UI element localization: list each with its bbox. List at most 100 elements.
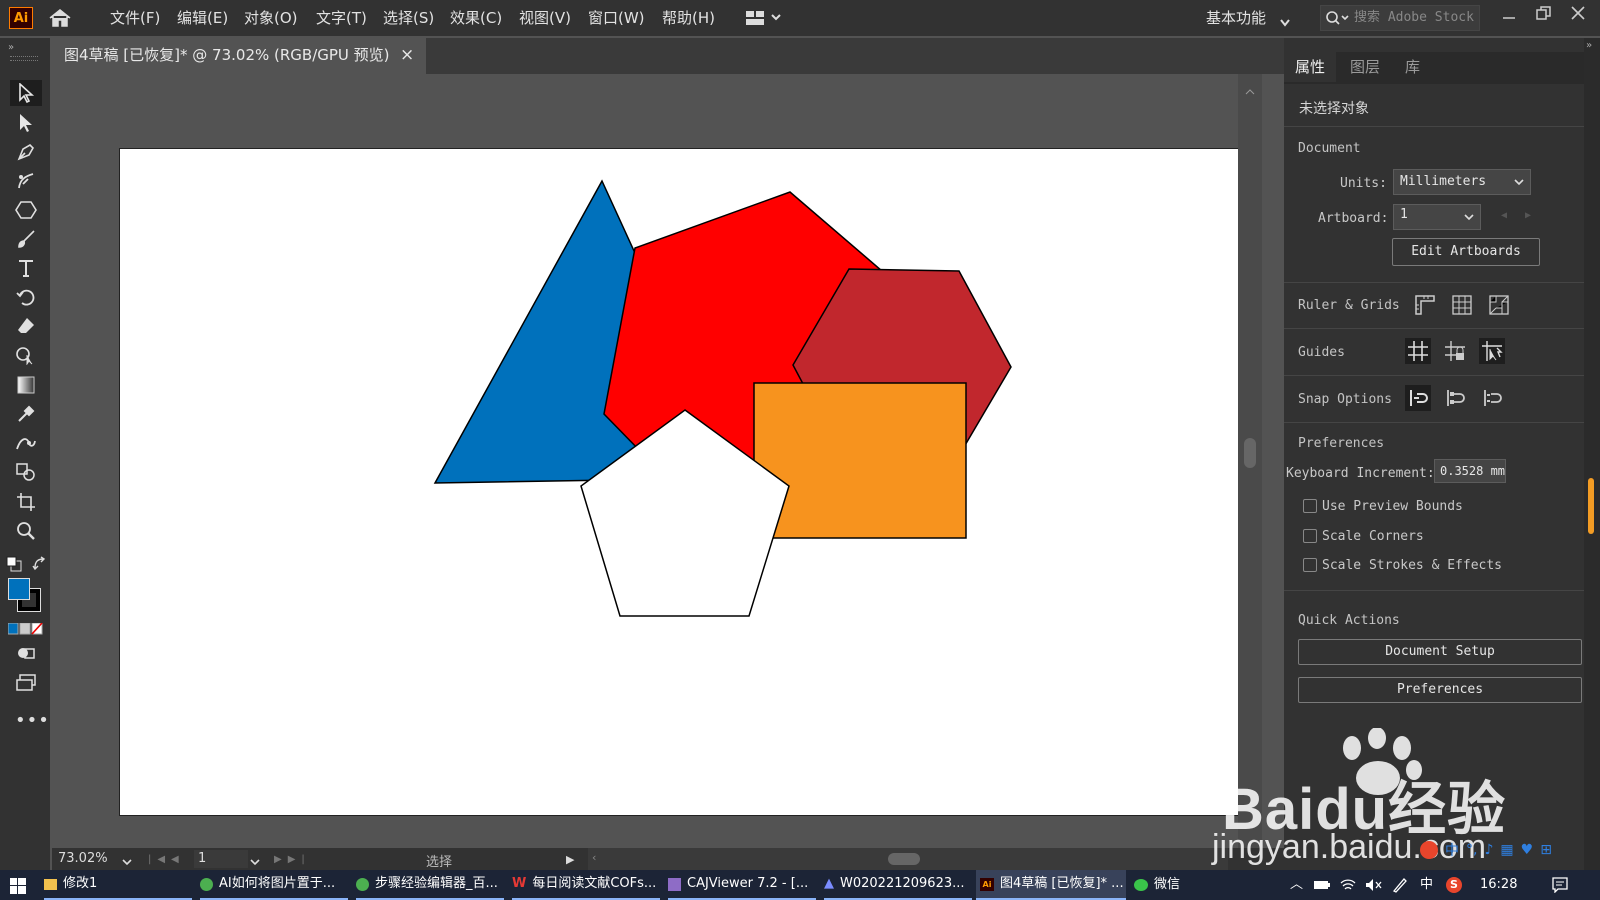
chinese-mode-icon[interactable]: 中 [1445, 840, 1459, 860]
rotate-tool-icon[interactable] [10, 284, 42, 310]
windows-start-icon[interactable] [10, 878, 26, 898]
grid-icon[interactable] [1449, 292, 1475, 318]
smart-guides-icon[interactable] [1479, 338, 1505, 364]
collapse-toolbar-icon[interactable]: » [8, 42, 14, 53]
sogou-ime-icon[interactable]: S [1446, 877, 1462, 893]
taskbar-item-folder[interactable]: 修改1 [44, 870, 192, 900]
wifi-icon[interactable] [1340, 878, 1356, 896]
artboard-number-field[interactable]: 1 [194, 850, 248, 868]
panel-scroll-thumb[interactable] [1588, 478, 1594, 534]
minimize-icon[interactable] [1502, 10, 1516, 28]
document-setup-button[interactable]: Document Setup [1298, 639, 1582, 665]
taskbar-item-image[interactable]: ▲ W020221209623... [824, 870, 972, 900]
menu-file[interactable]: 文件(F) [110, 7, 160, 29]
shape-builder-tool-icon[interactable] [10, 342, 42, 368]
previous-artboard-icon[interactable]: ◀ [1501, 210, 1507, 221]
taskbar-item-browser-2[interactable]: 步骤经验编辑器_百... [356, 870, 504, 900]
panel-scrollbar[interactable] [1584, 38, 1600, 870]
color-mode-icons[interactable] [7, 620, 44, 639]
arrange-documents-icon[interactable] [746, 10, 784, 30]
toolbox-icon[interactable]: ⊞ [1540, 842, 1552, 858]
eraser-tool-icon[interactable] [10, 313, 42, 339]
puppet-warp-tool-icon[interactable] [10, 430, 42, 456]
pen-tool-icon[interactable] [10, 139, 42, 165]
snap-to-glyph-icon[interactable] [1479, 385, 1505, 411]
workspace-switcher[interactable]: 基本功能 [1206, 7, 1266, 29]
horizontal-scrollbar[interactable]: ‹ [588, 848, 1228, 870]
menu-window[interactable]: 窗口(W) [588, 7, 645, 29]
ime-indicator[interactable]: 中 [1420, 870, 1433, 900]
curvature-tool-icon[interactable] [10, 168, 42, 194]
draw-mode-icon[interactable] [10, 640, 42, 666]
more-tools-icon[interactable]: ••• [15, 710, 50, 731]
skin-icon[interactable]: ♥ [1521, 842, 1534, 858]
snap-to-pixel-icon[interactable] [1442, 385, 1468, 411]
menu-view[interactable]: 视图(V) [519, 7, 571, 29]
edit-artboards-button[interactable]: Edit Artboards [1392, 238, 1540, 266]
canvas-area[interactable] [52, 74, 1262, 848]
scroll-up-icon[interactable] [1245, 80, 1255, 99]
blend-tool-icon[interactable] [10, 459, 42, 485]
battery-icon[interactable] [1313, 879, 1331, 895]
screen-mode-icon[interactable] [10, 670, 42, 696]
orange-rectangle[interactable] [753, 382, 967, 539]
taskbar-item-wechat[interactable]: 微信 [1134, 870, 1204, 900]
next-last-artboard-icon[interactable]: ▶▶| [274, 854, 311, 865]
selection-tool-icon[interactable] [10, 80, 42, 106]
zoom-dropdown-icon[interactable] [122, 855, 132, 870]
tab-properties[interactable]: 属性 [1284, 52, 1336, 82]
scale-corners-checkbox[interactable] [1303, 529, 1317, 543]
vertical-scroll-thumb[interactable] [1244, 438, 1256, 468]
taskbar-item-browser-1[interactable]: AI如何将图片置于... [200, 870, 348, 900]
taskbar-item-illustrator[interactable]: Ai 图4草稿 [已恢复]* ... [976, 870, 1126, 900]
zoom-tool-icon[interactable] [10, 518, 42, 544]
menu-object[interactable]: 对象(O) [244, 7, 298, 29]
menu-select[interactable]: 选择(S) [383, 7, 434, 29]
tray-overflow-icon[interactable]: ︿ [1290, 870, 1303, 900]
punctuation-icon[interactable]: °, [1466, 842, 1477, 858]
system-clock[interactable]: 16:28 [1480, 870, 1517, 900]
collapse-panel-icon[interactable]: » [1586, 40, 1592, 51]
artboard-select[interactable]: 1 [1393, 204, 1481, 230]
tab-libraries[interactable]: 库 [1405, 52, 1420, 82]
transparency-grid-icon[interactable] [1486, 292, 1512, 318]
home-icon[interactable] [48, 8, 72, 32]
toolbar-grip[interactable] [10, 56, 38, 61]
preferences-button[interactable]: Preferences [1298, 677, 1582, 703]
taskbar-item-cajviewer[interactable]: CAJViewer 7.2 - [... [668, 870, 816, 900]
show-guides-icon[interactable] [1405, 338, 1431, 364]
units-select[interactable]: Millimeters [1393, 169, 1531, 195]
gradient-tool-icon[interactable] [10, 372, 42, 398]
sogou-icon[interactable] [1420, 841, 1438, 859]
paintbrush-tool-icon[interactable] [10, 226, 42, 252]
snap-to-point-icon[interactable] [1405, 385, 1431, 411]
menu-type[interactable]: 文字(T) [316, 7, 367, 29]
taskbar-item-reader[interactable]: W 每日阅读文献COFs... [512, 870, 660, 900]
artboard-dropdown-icon[interactable] [250, 855, 260, 870]
scroll-left-icon[interactable]: ‹ [592, 851, 596, 864]
eyedropper-tool-icon[interactable] [10, 401, 42, 427]
ime-floating-toolbar[interactable]: 中 °, ♪ ▦ ♥ ⊞ [1420, 838, 1552, 862]
pen-input-icon[interactable] [1392, 877, 1408, 897]
keyboard-icon[interactable]: ▦ [1500, 842, 1513, 858]
next-artboard-icon[interactable]: ▶ [1525, 210, 1531, 221]
direct-selection-tool-icon[interactable] [10, 110, 42, 136]
keyboard-increment-input[interactable]: 0.3528 mm [1434, 459, 1506, 483]
zoom-level[interactable]: 73.02% [58, 851, 108, 866]
use-preview-bounds-checkbox[interactable] [1303, 499, 1317, 513]
type-tool-icon[interactable] [10, 255, 42, 281]
default-fill-stroke-icon[interactable] [6, 556, 22, 576]
stock-search-input[interactable]: 搜索 Adobe Stock [1320, 5, 1480, 31]
document-tab[interactable]: 图4草稿 [已恢复]* @ 73.02% (RGB/GPU 预览) × [52, 38, 426, 74]
horizontal-scroll-thumb[interactable] [888, 853, 920, 865]
swap-fill-stroke-icon[interactable] [32, 556, 48, 576]
volume-muted-icon[interactable] [1365, 878, 1383, 896]
status-menu-icon[interactable]: ▶ [566, 853, 574, 866]
first-prev-artboard-icon[interactable]: |◀◀ [148, 854, 185, 865]
rulers-icon[interactable] [1412, 292, 1438, 318]
vertical-scrollbar[interactable] [1238, 74, 1262, 848]
notification-center-icon[interactable] [1552, 877, 1568, 897]
scale-strokes-checkbox[interactable] [1303, 558, 1317, 572]
menu-help[interactable]: 帮助(H) [662, 7, 715, 29]
fill-color-swatch[interactable] [8, 578, 30, 600]
